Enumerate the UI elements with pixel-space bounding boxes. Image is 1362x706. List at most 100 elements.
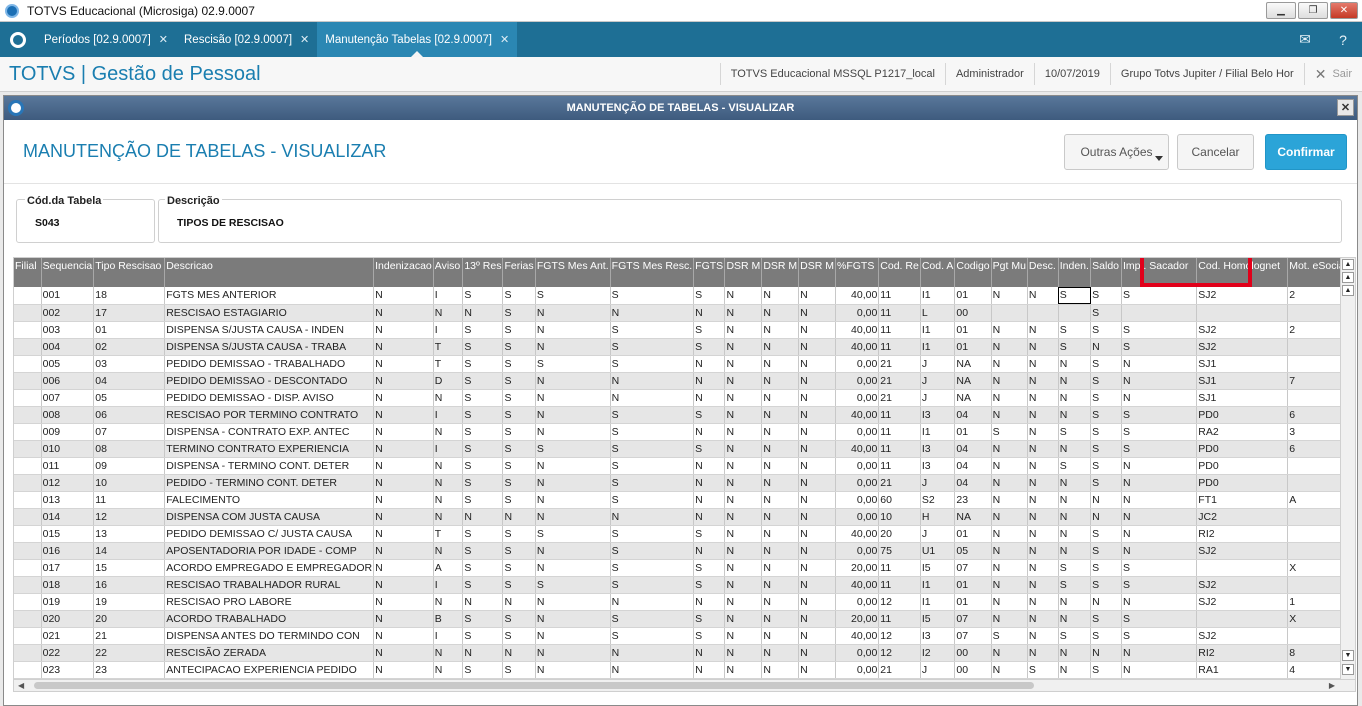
table-cell[interactable]: N <box>535 372 611 390</box>
table-cell[interactable]: S <box>1058 338 1092 356</box>
table-cell[interactable]: N <box>761 576 800 594</box>
table-cell[interactable]: S2 <box>920 491 956 509</box>
table-cell[interactable]: 16 <box>93 576 166 594</box>
table-cell[interactable]: N <box>761 491 800 509</box>
dialog-close-button[interactable]: ✕ <box>1337 99 1354 116</box>
table-cell[interactable]: N <box>991 389 1028 407</box>
table-cell[interactable]: N <box>761 542 800 560</box>
table-row[interactable]: 007 05 PEDIDO DEMISSAO - DISP. AVISO N N S S N N… <box>14 389 1355 407</box>
table-cell[interactable]: N <box>502 508 536 526</box>
table-cell[interactable]: SJ1 <box>1196 372 1289 390</box>
table-cell[interactable] <box>1196 304 1289 322</box>
table-cell[interactable]: 19 <box>93 593 166 611</box>
table-cell[interactable]: N <box>373 457 434 475</box>
column-header[interactable]: Desc. <box>1027 258 1059 287</box>
table-cell[interactable]: N <box>991 542 1028 560</box>
table-cell[interactable]: N <box>724 440 763 458</box>
column-header[interactable]: Ferias <box>502 258 536 287</box>
table-cell[interactable]: N <box>761 508 800 526</box>
table-row[interactable]: 001 18 FGTS MES ANTERIOR N I S S S S S N N N 40,00 11 I… <box>14 287 1355 305</box>
table-cell[interactable]: N <box>1121 661 1198 679</box>
table-cell[interactable]: S <box>1090 355 1122 373</box>
table-cell[interactable]: J <box>920 355 956 373</box>
table-cell[interactable]: J <box>920 474 956 492</box>
table-cell[interactable]: S <box>1121 423 1198 441</box>
table-cell[interactable]: N <box>798 593 836 611</box>
scroll-down-icon[interactable]: ▼ <box>1342 650 1354 661</box>
tab-manutencao-tabelas[interactable]: Manutenção Tabelas [02.9.0007] ✕ <box>317 22 518 57</box>
table-cell[interactable]: N <box>535 389 611 407</box>
table-cell[interactable]: S <box>1121 287 1198 305</box>
table-cell[interactable]: L <box>920 304 956 322</box>
table-cell[interactable]: N <box>1027 372 1059 390</box>
table-cell[interactable]: S <box>502 627 536 645</box>
table-row[interactable]: 004 02 DISPENSA S/JUSTA CAUSA - TRABA N T S S N… <box>14 338 1355 356</box>
table-cell[interactable]: S <box>535 576 611 594</box>
table-cell[interactable]: N <box>1027 338 1059 356</box>
table-cell[interactable]: 20 <box>93 610 166 628</box>
table-cell[interactable]: N <box>535 559 611 577</box>
table-cell[interactable]: PD0 <box>1196 457 1289 475</box>
table-cell[interactable]: NA <box>954 389 992 407</box>
table-cell[interactable]: N <box>761 559 800 577</box>
table-cell[interactable] <box>14 338 42 356</box>
table-cell[interactable]: N <box>1027 542 1059 560</box>
table-cell[interactable]: N <box>373 525 434 543</box>
table-cell[interactable]: I <box>433 321 464 339</box>
table-cell[interactable]: FGTS MES ANTERIOR <box>164 287 375 305</box>
table-cell[interactable]: N <box>1121 525 1198 543</box>
table-cell[interactable]: 40,00 <box>835 338 880 356</box>
table-cell[interactable]: N <box>610 644 695 662</box>
table-cell[interactable]: S <box>462 457 504 475</box>
table-cell[interactable]: SJ2 <box>1196 542 1289 560</box>
table-cell[interactable]: N <box>373 593 434 611</box>
table-cell[interactable]: N <box>761 338 800 356</box>
table-row[interactable]: 008 06 RESCISAO POR TERMINO CONTRATO N I S S N S… <box>14 406 1355 424</box>
table-cell[interactable]: N <box>1121 474 1198 492</box>
table-cell[interactable]: 006 <box>41 372 95 390</box>
table-cell[interactable] <box>14 372 42 390</box>
table-cell[interactable]: S <box>693 321 726 339</box>
table-cell[interactable]: S <box>1090 389 1122 407</box>
horizontal-scrollbar[interactable]: ◀ ▶ <box>14 679 1355 691</box>
table-cell[interactable]: 20 <box>878 525 921 543</box>
table-cell[interactable]: I5 <box>920 610 956 628</box>
table-cell[interactable] <box>14 559 42 577</box>
table-row[interactable]: 006 04 PEDIDO DEMISSAO - DESCONTADO N D S S N N N… <box>14 372 1355 390</box>
table-cell[interactable]: N <box>991 287 1028 305</box>
table-cell[interactable]: N <box>991 491 1028 509</box>
table-cell[interactable]: 12 <box>878 644 921 662</box>
table-cell[interactable]: N <box>991 508 1028 526</box>
table-cell[interactable]: 014 <box>41 508 95 526</box>
table-cell[interactable]: N <box>761 440 800 458</box>
table-cell[interactable]: N <box>373 304 434 322</box>
table-cell[interactable]: 0,00 <box>835 372 880 390</box>
table-cell[interactable]: N <box>798 440 836 458</box>
table-cell[interactable]: N <box>693 542 726 560</box>
table-cell[interactable]: S <box>1121 321 1198 339</box>
table-cell[interactable]: N <box>610 593 695 611</box>
table-cell[interactable]: N <box>1027 355 1059 373</box>
table-cell[interactable]: I1 <box>920 338 956 356</box>
table-cell[interactable]: N <box>991 644 1028 662</box>
table-cell[interactable]: N <box>761 644 800 662</box>
table-cell[interactable]: S <box>502 406 536 424</box>
table-cell[interactable]: 022 <box>41 644 95 662</box>
table-row[interactable]: 020 20 ACORDO TRABALHADO N B S S N S S N N N 20,00 11 I… <box>14 610 1355 628</box>
table-cell[interactable]: PD0 <box>1196 406 1289 424</box>
table-cell[interactable]: I3 <box>920 406 956 424</box>
table-cell[interactable]: N <box>610 389 695 407</box>
column-header[interactable]: FGTS Mes Resc. <box>610 258 695 287</box>
table-cell[interactable]: 75 <box>878 542 921 560</box>
column-header[interactable]: Cod. A <box>920 258 956 287</box>
table-cell[interactable]: JC2 <box>1196 508 1289 526</box>
table-cell[interactable]: S <box>462 610 504 628</box>
table-cell[interactable]: 10 <box>93 474 166 492</box>
column-header[interactable]: 13º Res <box>462 258 504 287</box>
table-cell[interactable]: I2 <box>920 644 956 662</box>
table-cell[interactable]: N <box>693 355 726 373</box>
column-header[interactable]: Filial <box>14 258 42 287</box>
table-cell[interactable]: 11 <box>878 406 921 424</box>
table-cell[interactable]: RI2 <box>1196 644 1289 662</box>
table-cell[interactable] <box>14 627 42 645</box>
